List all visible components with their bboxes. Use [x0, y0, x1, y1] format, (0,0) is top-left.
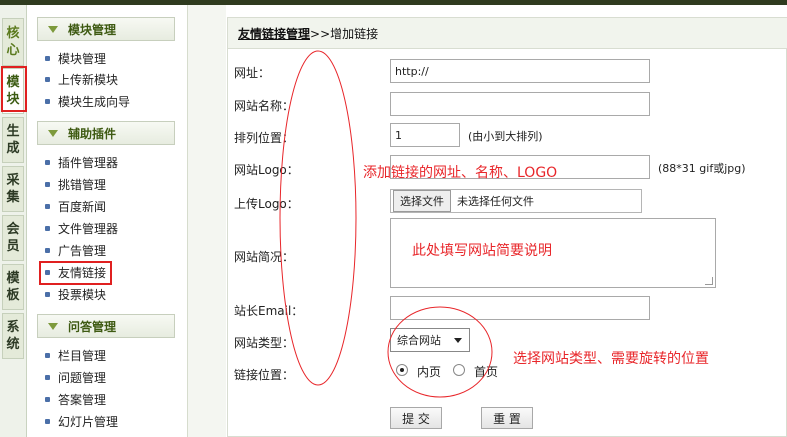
oval-labels — [279, 50, 357, 386]
oval-type-position — [387, 306, 493, 398]
annotation-ovals — [279, 50, 493, 398]
